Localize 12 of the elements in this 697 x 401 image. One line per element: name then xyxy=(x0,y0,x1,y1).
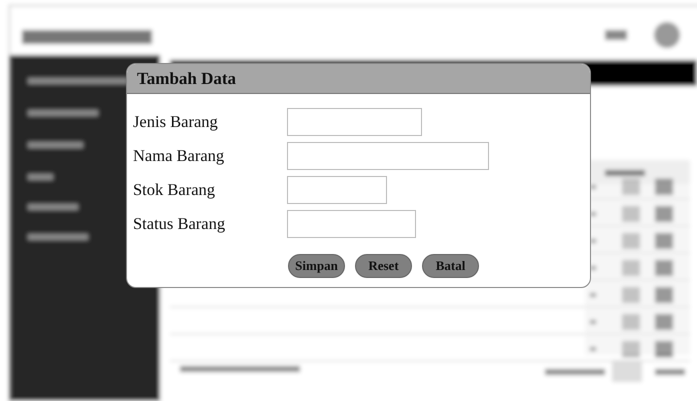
field-label: Jenis Barang xyxy=(133,112,219,132)
input-field[interactable] xyxy=(287,142,489,170)
dialog-button[interactable]: Batal xyxy=(422,254,479,278)
field-label: Status Barang xyxy=(133,214,226,234)
dialog-button[interactable]: Reset xyxy=(355,254,412,278)
dialog-title: Tambah Data xyxy=(137,68,236,88)
dialog-button[interactable]: Simpan xyxy=(288,254,345,278)
input-field[interactable] xyxy=(287,176,387,204)
field-label: Stok Barang xyxy=(133,180,216,200)
field-label: Nama Barang xyxy=(133,146,226,166)
input-field[interactable] xyxy=(287,108,422,136)
input-field[interactable] xyxy=(287,210,416,238)
